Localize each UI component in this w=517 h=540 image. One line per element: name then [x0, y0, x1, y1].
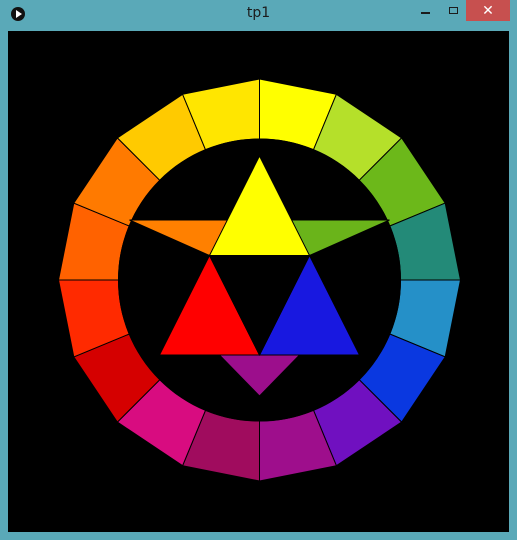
color-wheel [57, 78, 462, 482]
sketch-canvas[interactable] [8, 31, 509, 532]
minimize-button[interactable] [410, 0, 440, 21]
maximize-icon [448, 7, 458, 14]
play-icon[interactable] [11, 7, 25, 21]
app-window: tp1 ✕ [0, 0, 517, 540]
title-bar[interactable]: tp1 ✕ [0, 0, 517, 27]
close-button[interactable]: ✕ [466, 0, 510, 21]
close-icon: ✕ [482, 2, 494, 19]
minimize-icon [420, 11, 430, 14]
maximize-button[interactable] [440, 0, 466, 21]
